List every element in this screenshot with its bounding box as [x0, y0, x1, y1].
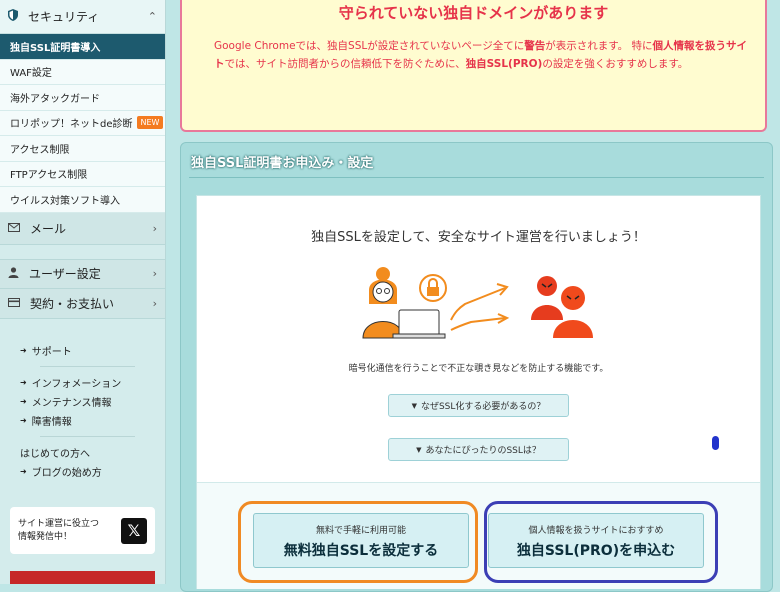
lock-bubble-icon: [419, 274, 447, 302]
sidebar-item-label: FTPアクセス制限: [10, 170, 88, 182]
promo-text: サイト運営に役立つ 情報発信中！: [18, 518, 121, 544]
ssl-illustration: [362, 267, 593, 339]
divider: [189, 177, 764, 178]
attackers-icon: [531, 276, 593, 338]
cta-subtext: 無料で手軽に利用可能: [315, 526, 406, 536]
divider: [40, 435, 135, 437]
warning-emphasis: 警告: [524, 40, 546, 52]
link-blog-start[interactable]: ➜ ブログの始め方: [20, 462, 165, 481]
sidebar-item-net-diagnosis[interactable]: ロリポップ！ネットde診断 NEW: [0, 110, 165, 136]
red-banner[interactable]: [10, 571, 155, 584]
promo-line: 情報発信中！: [18, 531, 73, 542]
warning-emphasis: 独自SSL(PRO): [465, 58, 543, 70]
warning-text: の設定を強くおすすめします。: [542, 58, 689, 70]
sidebar-item-label: ウイルス対策ソフト導入: [10, 195, 120, 207]
cta-subtext: 個人情報を扱うサイトにおすすめ: [528, 526, 664, 536]
divider: [40, 365, 135, 367]
credit-card-icon: [8, 296, 20, 310]
sidebar-category-mail[interactable]: メール ›: [0, 212, 165, 245]
link-label: はじめての方へ: [20, 448, 90, 460]
ssl-application-panel: 独自SSL証明書お申込み・設定 独自SSLを設定して、安全なサイト運営を行いまし…: [180, 142, 773, 592]
cta-area: 無料で手軽に利用可能 無料独自SSLを設定する 個人情報を扱うサイトにおすすめ …: [197, 482, 760, 589]
sidebar-category-label: 契約・お支払い: [30, 296, 115, 311]
accordion-label: あなたにぴったりのSSLは？: [425, 446, 541, 456]
link-label: ブログの始め方: [31, 467, 102, 479]
why-ssl-accordion-button[interactable]: ▼ なぜSSL化する必要があるの？: [388, 394, 569, 417]
sidebar-category-label: セキュリティ: [28, 10, 100, 24]
link-maintenance[interactable]: ➜ メンテナンス情報: [20, 392, 165, 411]
sidebar-category-label: ユーザー設定: [29, 267, 101, 281]
free-ssl-setup-button[interactable]: 無料で手軽に利用可能 無料独自SSLを設定する: [253, 513, 469, 568]
description-text: 暗号化通信を行うことで不正な覗き見などを防止する機能です。: [348, 364, 609, 374]
sidebar-item-waf[interactable]: WAF設定: [0, 59, 165, 85]
cta-label: 無料独自SSLを設定する: [283, 543, 439, 559]
x-logo-icon: 𝕏: [121, 517, 147, 544]
sidebar-item-label: アクセス制限: [10, 144, 70, 156]
sidebar-item-antivirus[interactable]: ウイルス対策ソフト導入: [0, 187, 165, 213]
warning-text: が表示されます。 特に: [545, 40, 653, 52]
pro-ssl-apply-button[interactable]: 個人情報を扱うサイトにおすすめ 独自SSL(PRO)を申込む: [488, 513, 704, 568]
cta-label: 独自SSL(PRO)を申込む: [516, 543, 676, 559]
warning-text: Google Chromeでは、独自SSLが設定されていないページ全てに: [214, 40, 525, 52]
sidebar-item-overseas-attack-guard[interactable]: 海外アタックガード: [0, 85, 165, 111]
sidebar-item-ftp-restriction[interactable]: FTPアクセス制限: [0, 161, 165, 187]
sidebar-item-access-restriction[interactable]: アクセス制限: [0, 136, 165, 162]
panel-title: 独自SSL証明書お申込み・設定: [191, 156, 374, 171]
sidebar-links: ➜ サポート ➜ インフォメーション ➜ メンテナンス情報 ➜ 障害情報 はじめての方へ…: [0, 319, 165, 481]
link-support[interactable]: ➜ サポート: [20, 341, 165, 360]
sidebar-item-label: ロリポップ！ネットde診断: [10, 119, 133, 131]
mail-icon: [8, 221, 20, 235]
shield-icon: [8, 9, 18, 24]
chevron-right-icon: ›: [152, 221, 157, 235]
sidebar-item-label: 独自SSL証明書導入: [10, 42, 101, 54]
chevron-up-icon: ⌃: [147, 10, 157, 23]
arrow-right-icon: ➜: [20, 466, 27, 476]
which-ssl-accordion-button[interactable]: ▼ あなたにぴったりのSSLは？: [388, 438, 569, 461]
link-label: メンテナンス情報: [31, 397, 112, 409]
sidebar-category-billing[interactable]: 契約・お支払い ›: [0, 288, 165, 319]
arrow-right-icon: ➜: [20, 396, 27, 406]
ssl-warning-box: 守られていない独自ドメインがあります Google Chromeでは、独自SSL…: [180, 0, 767, 132]
arrow-right-icon: ➜: [20, 345, 27, 355]
sidebar-category-label: メール: [30, 221, 67, 236]
lead-text: 独自SSLを設定して、安全なサイト運営を行いましょう！: [311, 230, 646, 245]
ssl-intro-card: 独自SSLを設定して、安全なサイト運営を行いましょう！ 暗号化通信を行うことで不…: [196, 195, 761, 589]
sidebar: セキュリティ ⌃ 独自SSL証明書導入 WAF設定 海外アタックガード ロリポッ…: [0, 0, 166, 584]
caret-down-icon: ▼: [416, 445, 422, 454]
sidebar-item-label: 海外アタックガード: [10, 93, 100, 105]
user-icon: [8, 266, 19, 281]
arrow-right-icon: ➜: [20, 415, 27, 425]
chevron-right-icon: ›: [152, 296, 157, 310]
promo-line: サイト運営に役立つ: [18, 518, 100, 529]
link-label: サポート: [31, 346, 72, 358]
link-information[interactable]: ➜ インフォメーション: [20, 373, 165, 392]
caret-down-icon: ▼: [411, 401, 417, 410]
warning-title: 守られていない独自ドメインがあります: [338, 4, 609, 22]
link-label: 障害情報: [31, 416, 72, 428]
warning-text: では、サイト訪問者からの信頼低下を防ぐために、: [224, 58, 466, 70]
sidebar-item-label: WAF設定: [10, 68, 52, 80]
new-badge: NEW: [136, 116, 164, 130]
arrow-right-icon: ➜: [20, 377, 27, 387]
scroll-marker: [712, 436, 719, 450]
link-label: インフォメーション: [31, 378, 122, 390]
link-failure-info[interactable]: ➜ 障害情報: [20, 411, 165, 430]
x-promo-banner[interactable]: サイト運営に役立つ 情報発信中！ 𝕏: [10, 507, 155, 554]
sidebar-item-ssl[interactable]: 独自SSL証明書導入: [0, 34, 165, 60]
warning-body: Google Chromeでは、独自SSLが設定されていないページ全てに警告が表…: [214, 37, 747, 73]
blocked-arrows-icon: [450, 283, 510, 331]
sidebar-category-user-settings[interactable]: ユーザー設定 ›: [0, 258, 165, 289]
accordion-label: なぜSSL化する必要があるの？: [420, 402, 546, 412]
sidebar-category-security[interactable]: セキュリティ ⌃: [0, 0, 165, 34]
link-beginners[interactable]: はじめての方へ: [20, 443, 165, 462]
chevron-right-icon: ›: [152, 267, 157, 280]
